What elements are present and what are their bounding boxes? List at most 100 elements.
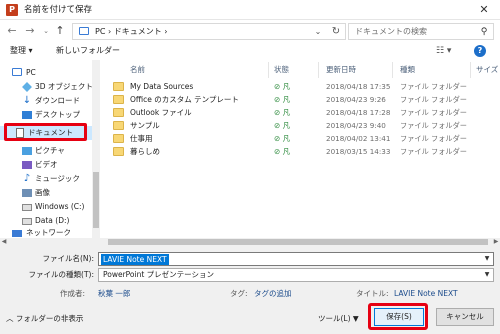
search-placeholder: ドキュメントの検索 xyxy=(355,27,427,36)
file-type: ファイル フォルダー xyxy=(400,121,467,130)
filetype-select[interactable]: PowerPoint プレゼンテーション ▼ xyxy=(98,268,494,282)
column-header-name[interactable]: 名前 xyxy=(130,64,145,76)
image-icon xyxy=(22,189,32,197)
sync-status: ⊘ 凡 xyxy=(274,95,291,104)
help-icon[interactable]: ? xyxy=(474,45,486,57)
file-row[interactable]: 暮らしめ ⊘ 凡 2018/03/15 14:33 ファイル フォルダー xyxy=(110,146,490,158)
view-options-icon[interactable]: ☷ ▾ xyxy=(436,44,466,58)
file-type: ファイル フォルダー xyxy=(400,108,467,117)
file-row[interactable]: My Data Sources ⊘ 凡 2018/04/18 17:35 ファイ… xyxy=(110,81,490,93)
filename-value[interactable]: LAVIE Note NEXT xyxy=(101,254,169,265)
forward-arrow-icon[interactable]: → xyxy=(22,23,38,39)
window-title: 名前を付けて保存 xyxy=(24,5,93,15)
filetype-label: ファイルの種類(T): xyxy=(28,270,94,279)
address-bar[interactable]: PC › ドキュメント › ⌄ ↻ xyxy=(72,23,346,40)
nav-item-images[interactable]: 画像 xyxy=(0,186,92,200)
nav-item-music[interactable]: ♪ ミュージック xyxy=(0,172,92,186)
new-folder-button[interactable]: 新しいフォルダー xyxy=(56,44,120,58)
file-date: 2018/04/23 9:40 xyxy=(326,121,386,130)
nav-item-windows-c[interactable]: Windows (C:) xyxy=(0,200,92,214)
search-input[interactable]: ドキュメントの検索 ⚲ xyxy=(348,23,494,40)
title-label: タイトル: xyxy=(356,289,389,298)
nav-item-label: ビデオ xyxy=(35,160,58,169)
nav-item-label: 3D オブジェクト xyxy=(35,82,93,91)
nav-item-downloads[interactable]: ↓ ダウンロード xyxy=(0,94,92,108)
file-type: ファイル フォルダー xyxy=(400,95,467,104)
file-date: 2018/04/02 13:41 xyxy=(326,134,391,143)
nav-item-label: ミュージック xyxy=(35,174,80,183)
tools-label: ツール(L) xyxy=(318,314,351,323)
file-type: ファイル フォルダー xyxy=(400,147,467,156)
nav-item-pc[interactable]: PC xyxy=(0,66,92,80)
scroll-right-icon[interactable]: ▶ xyxy=(492,238,500,246)
chevron-down-icon[interactable]: ⌄ xyxy=(311,24,325,39)
chevron-down-icon[interactable]: ▼ xyxy=(481,269,493,281)
column-header-status[interactable]: 状態 xyxy=(274,64,289,76)
network-icon xyxy=(12,230,22,237)
nav-item-3d-objects[interactable]: 3D オブジェクト xyxy=(0,80,93,94)
sync-status: ⊘ 凡 xyxy=(274,147,291,156)
powerpoint-icon: P xyxy=(6,4,18,16)
column-divider[interactable] xyxy=(470,62,471,78)
horizontal-scrollbar[interactable]: ◀ ▶ xyxy=(0,238,500,246)
author-value[interactable]: 秋葉 一郎 xyxy=(98,288,130,300)
tags-value[interactable]: タグの追加 xyxy=(254,288,292,300)
file-date: 2018/04/23 9:26 xyxy=(326,95,386,104)
file-name: 暮らしめ xyxy=(130,147,160,156)
sync-status: ⊘ 凡 xyxy=(274,121,291,130)
chevron-down-icon[interactable]: ▼ xyxy=(481,253,493,265)
scrollbar-thumb[interactable] xyxy=(93,172,99,228)
title-bar: P 名前を付けて保存 ✕ xyxy=(0,0,500,20)
file-name: My Data Sources xyxy=(130,82,194,91)
column-header-date[interactable]: 更新日時 xyxy=(326,64,356,76)
file-date: 2018/03/15 14:33 xyxy=(326,147,391,156)
nav-scrollbar[interactable] xyxy=(92,60,100,238)
column-header-type[interactable]: 種類 xyxy=(400,64,415,76)
column-divider[interactable] xyxy=(318,62,319,78)
sync-status: ⊘ 凡 xyxy=(274,82,291,91)
file-row[interactable]: サンプル ⊘ 凡 2018/04/23 9:40 ファイル フォルダー xyxy=(110,120,490,132)
folder-icon xyxy=(113,95,124,104)
hide-folders-button[interactable]: ︿ フォルダーの非表示 xyxy=(6,312,83,326)
highlight-box xyxy=(4,123,87,141)
drive-icon xyxy=(22,218,32,225)
column-header-size[interactable]: サイズ xyxy=(476,64,498,76)
save-form: ファイル名(N): LAVIE Note NEXT ▼ ファイルの種類(T): … xyxy=(0,246,500,334)
folder-icon xyxy=(113,82,124,91)
save-button[interactable]: 保存(S) xyxy=(374,308,424,326)
file-date: 2018/04/18 17:35 xyxy=(326,82,391,91)
nav-item-pictures[interactable]: ピクチャ xyxy=(0,144,92,158)
file-type: ファイル フォルダー xyxy=(400,134,467,143)
file-row[interactable]: Outlook ファイル ⊘ 凡 2018/04/18 17:28 ファイル フ… xyxy=(110,107,490,119)
close-button[interactable]: ✕ xyxy=(472,2,496,18)
nav-item-desktop[interactable]: デスクトップ xyxy=(0,108,92,122)
navigation-pane: PC 3D オブジェクト ↓ ダウンロード デスクトップ ドキュメント ピクチャ… xyxy=(0,60,100,238)
back-arrow-icon[interactable]: ← xyxy=(4,23,20,39)
file-row[interactable]: 仕事用 ⊘ 凡 2018/04/02 13:41 ファイル フォルダー xyxy=(110,133,490,145)
nav-item-videos[interactable]: ビデオ xyxy=(0,158,92,172)
file-list: 名前 状態 更新日時 種類 サイズ My Data Sources ⊘ 凡 20… xyxy=(100,60,500,238)
pc-icon xyxy=(79,27,89,35)
tools-button[interactable]: ツール(L) ▼ xyxy=(318,312,359,326)
file-name: Office のカスタム テンプレート xyxy=(130,95,239,104)
up-arrow-icon[interactable]: ↑ xyxy=(52,23,68,39)
sync-status: ⊘ 凡 xyxy=(274,134,291,143)
filename-field[interactable]: LAVIE Note NEXT ▼ xyxy=(98,252,494,266)
organize-button[interactable]: 整理 ▾ xyxy=(10,44,33,58)
cancel-button[interactable]: キャンセル xyxy=(436,308,494,326)
nav-item-label: PC xyxy=(26,68,36,77)
scrollbar-thumb[interactable] xyxy=(108,239,488,245)
column-divider[interactable] xyxy=(268,62,269,78)
scroll-left-icon[interactable]: ◀ xyxy=(0,238,8,246)
file-type: ファイル フォルダー xyxy=(400,82,467,91)
search-icon[interactable]: ⚲ xyxy=(477,26,491,38)
file-name: 仕事用 xyxy=(130,134,153,143)
filename-label: ファイル名(N): xyxy=(42,254,95,263)
folder-icon xyxy=(113,121,124,130)
title-value[interactable]: LAVIE Note NEXT xyxy=(394,288,458,300)
file-row[interactable]: Office のカスタム テンプレート ⊘ 凡 2018/04/23 9:26 … xyxy=(110,94,490,106)
column-divider[interactable] xyxy=(392,62,393,78)
breadcrumb[interactable]: PC › ドキュメント › xyxy=(95,25,167,39)
nav-item-label: 画像 xyxy=(35,188,50,197)
refresh-icon[interactable]: ↻ xyxy=(328,24,344,39)
